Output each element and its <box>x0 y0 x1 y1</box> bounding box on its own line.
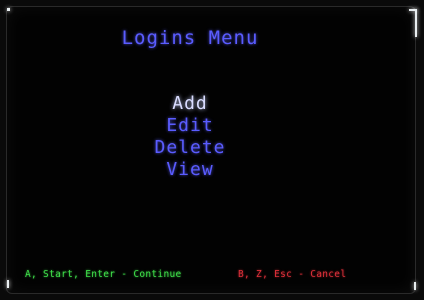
corner-highlight <box>7 8 10 11</box>
menu-item-label: Edit <box>166 115 214 136</box>
corner-highlight <box>7 280 9 288</box>
menu-item-add[interactable]: Add <box>0 93 380 115</box>
logins-menu: Add Edit Delete View <box>0 93 380 181</box>
menu-item-edit[interactable]: Edit <box>0 115 380 137</box>
menu-item-label: Delete <box>154 137 226 158</box>
corner-highlight <box>415 9 417 37</box>
menu-item-delete[interactable]: Delete <box>0 137 380 159</box>
menu-item-view[interactable]: View <box>0 159 380 181</box>
menu-title: Logins Menu <box>121 27 259 49</box>
game-screen: Logins Menu Add Edit Delete View A, Star… <box>0 0 424 300</box>
continue-hint: A, Start, Enter - Continue <box>25 269 182 280</box>
cancel-hint: B, Z, Esc - Cancel <box>238 269 347 280</box>
menu-item-label: Add <box>172 93 208 114</box>
corner-highlight <box>414 282 416 290</box>
menu-item-label: View <box>166 159 214 180</box>
